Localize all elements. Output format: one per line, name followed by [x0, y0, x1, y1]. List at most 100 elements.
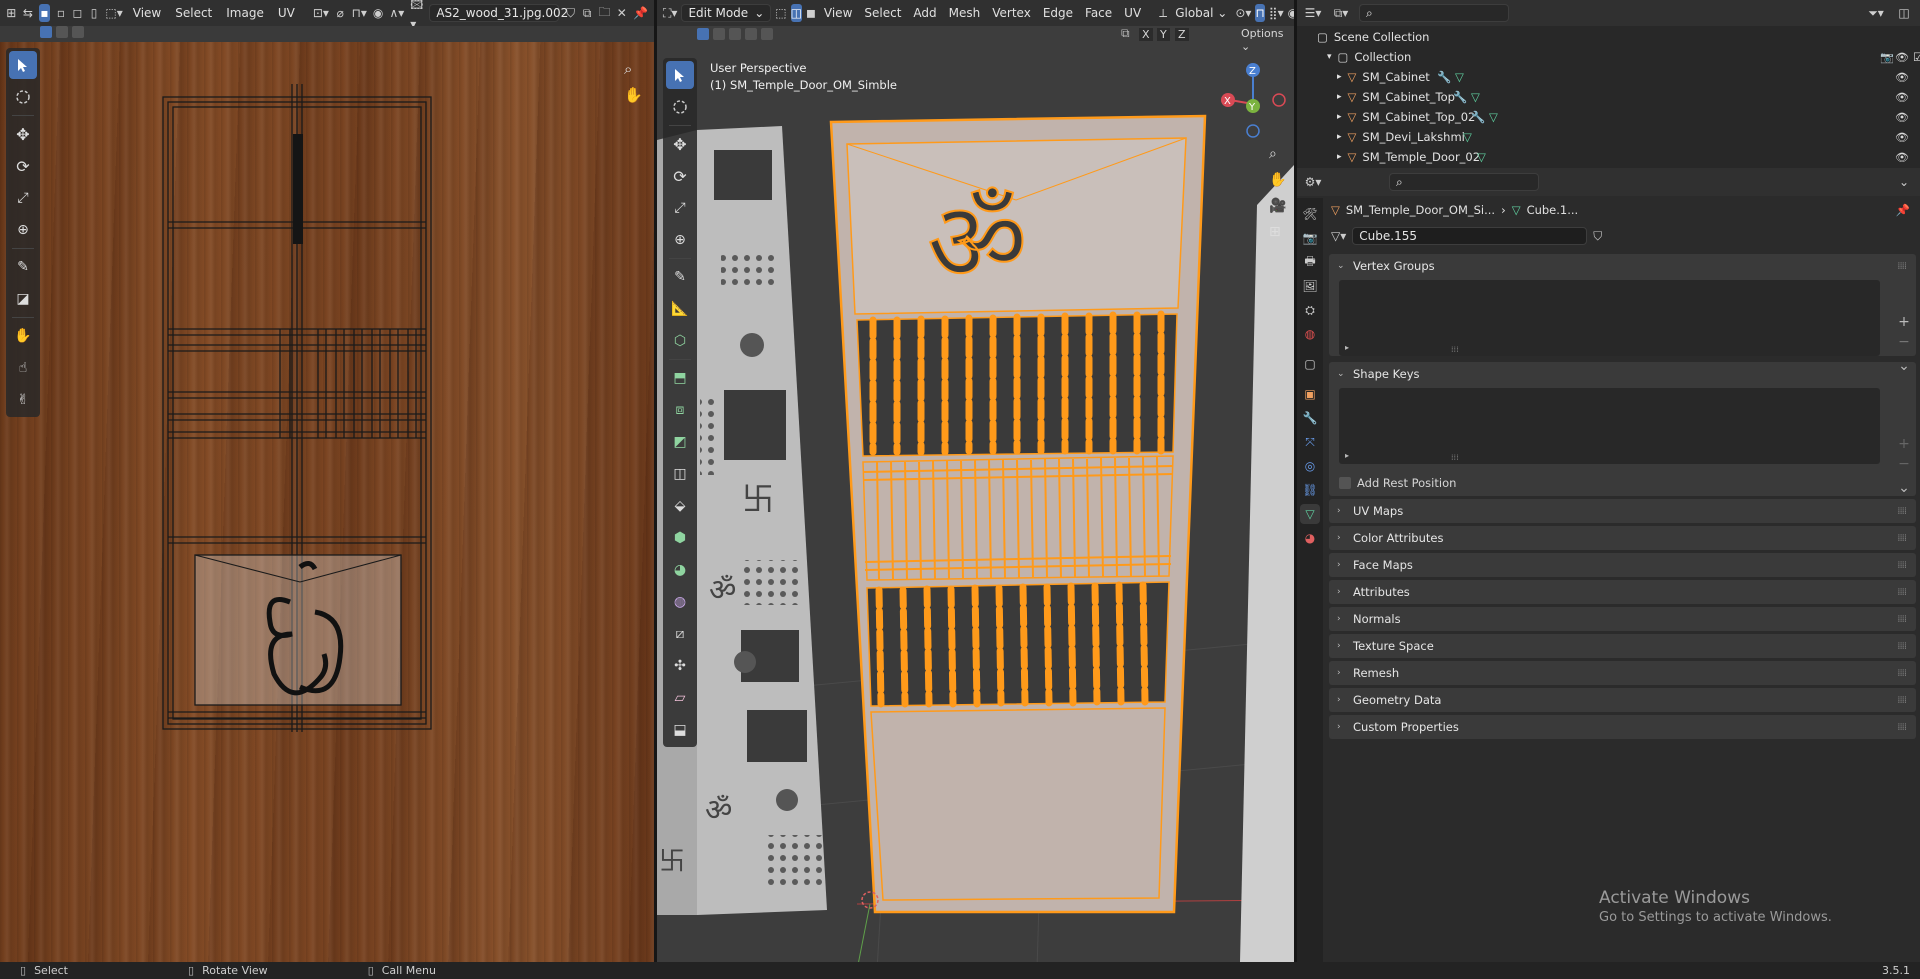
tool-rip[interactable]: ◪: [9, 285, 37, 313]
chevron-down-icon[interactable]: ⌄: [1896, 480, 1912, 496]
editor-type-icon[interactable]: ⊞: [6, 4, 17, 22]
visibility-eye-icon[interactable]: 👁: [1895, 91, 1909, 104]
properties-type-icon[interactable]: ⚙▾: [1303, 173, 1323, 191]
outliner-item-sm-devi-lakshmi[interactable]: ▸ ▽ SM_Devi_Lakshmi ▽ 👁: [1297, 127, 1920, 147]
tool-tab-icon[interactable]: 🛠: [1300, 204, 1320, 224]
temple-door-mesh[interactable]: ॐ: [829, 114, 1207, 914]
particles-tab-icon[interactable]: ⤧: [1300, 432, 1320, 452]
properties-search[interactable]: ⌕: [1389, 173, 1539, 191]
add-rest-position-row[interactable]: Add Rest Position: [1329, 470, 1916, 496]
checkbox-icon[interactable]: ☑: [1913, 50, 1920, 64]
tool-pinch[interactable]: ✌: [9, 386, 37, 414]
tool-edge-slide[interactable]: ⧄: [666, 620, 694, 648]
tool-cursor[interactable]: [666, 93, 694, 121]
tool-scale[interactable]: ⤢: [666, 194, 694, 222]
tool-extrude[interactable]: ⬒: [666, 364, 694, 392]
pin-icon[interactable]: 📌: [633, 4, 648, 22]
face-maps-panel[interactable]: › Face Maps ⁞⁞⁞⁞: [1329, 553, 1916, 577]
color-attributes-panel[interactable]: › Color Attributes ⁞⁞⁞⁞: [1329, 526, 1916, 550]
tool-knife[interactable]: ⬙: [666, 492, 694, 520]
resize-grip-icon[interactable]: ⁞⁞⁞: [1451, 345, 1459, 354]
tool-measure[interactable]: 📐: [666, 295, 694, 323]
shape-keys-list[interactable]: ▸ ⁞⁞⁞: [1339, 388, 1880, 464]
visibility-eye-icon[interactable]: 👁: [1895, 71, 1909, 84]
tool-bevel[interactable]: ◩: [666, 428, 694, 456]
mesh-data-tab-icon[interactable]: ▽: [1300, 504, 1320, 524]
texture-space-panel[interactable]: › Texture Space ⁞⁞⁞⁞: [1329, 634, 1916, 658]
collection-tab-icon[interactable]: ▢: [1300, 354, 1320, 374]
tool-select-box[interactable]: [9, 51, 37, 79]
island-select-icon[interactable]: ▯: [89, 4, 100, 22]
object-tab-icon[interactable]: ▣: [1300, 384, 1320, 404]
tool-rip-region[interactable]: ⬓: [666, 716, 694, 744]
mesh-name-field[interactable]: Cube.155: [1352, 227, 1588, 245]
falloff-icon[interactable]: ∧▾: [389, 4, 404, 22]
tool-inset[interactable]: ⧈: [666, 396, 694, 424]
remove-icon[interactable]: −: [1896, 334, 1912, 350]
tool-shear[interactable]: ▱: [666, 684, 694, 712]
attributes-panel[interactable]: › Attributes ⁞⁞⁞⁞: [1329, 580, 1916, 604]
rest-position-checkbox[interactable]: [1339, 477, 1351, 489]
vertex-groups-header[interactable]: ⌄ Vertex Groups ⁞⁞⁞⁞: [1329, 254, 1916, 278]
remove-icon[interactable]: −: [1896, 456, 1912, 472]
navigation-gizmo[interactable]: Z X Y: [1217, 58, 1289, 140]
tool-select-box[interactable]: [666, 61, 694, 89]
select-extend-icon[interactable]: [56, 26, 68, 38]
camera-icon[interactable]: 🎥: [1269, 198, 1286, 214]
outliner-item-sm-cabinet-top-02[interactable]: ▸ ▽ SM_Cabinet_Top_02 🔧 ▽ 👁: [1297, 107, 1920, 127]
duplicate-image-icon[interactable]: ⧉: [582, 4, 593, 22]
visibility-eye-icon[interactable]: 👁: [1895, 151, 1909, 164]
menu-image[interactable]: Image: [222, 4, 268, 22]
scene-tab-icon[interactable]: ⛭: [1300, 300, 1320, 320]
drag-grip-icon[interactable]: ⁞⁞⁞⁞: [1897, 533, 1907, 544]
add-icon[interactable]: +: [1896, 436, 1912, 452]
add-icon[interactable]: +: [1896, 314, 1912, 330]
tool-rotate[interactable]: ⟳: [666, 162, 694, 190]
pan-hand-icon[interactable]: ✋: [624, 86, 643, 104]
edge-select-icon[interactable]: ▫: [56, 4, 67, 22]
tool-grab[interactable]: ✋: [9, 322, 37, 350]
tool-loop-cut[interactable]: ◫: [666, 460, 694, 488]
render-tab-icon[interactable]: 📷: [1300, 228, 1320, 248]
menu-view[interactable]: View: [129, 4, 165, 22]
pivot-icon[interactable]: ⊡▾: [313, 4, 329, 22]
menu-uv[interactable]: UV: [274, 4, 299, 22]
zoom-icon[interactable]: ⌕: [624, 60, 643, 78]
world-tab-icon[interactable]: ◍: [1300, 324, 1320, 344]
unlink-image-icon[interactable]: ✕: [616, 4, 627, 22]
viewport-scene[interactable]: 卐 ॐ ॐ 卐 ॐ: [657, 0, 1294, 970]
tool-move[interactable]: ✥: [666, 130, 694, 158]
collection-row[interactable]: ▾ ▢ Collection ☑ 👁 📷: [1317, 47, 1920, 67]
drag-grip-icon[interactable]: ⁞⁞⁞⁞: [1897, 261, 1907, 272]
normals-panel[interactable]: › Normals ⁞⁞⁞⁞: [1329, 607, 1916, 631]
tool-scale[interactable]: ⤢: [9, 184, 37, 212]
tool-move[interactable]: ✥: [9, 120, 37, 148]
select-subtract-icon[interactable]: [72, 26, 84, 38]
visibility-eye-icon[interactable]: 👁: [1895, 131, 1909, 144]
drag-grip-icon[interactable]: ⁞⁞⁞⁞: [1897, 668, 1907, 679]
snap-target-icon[interactable]: ⊓▾: [352, 4, 367, 22]
display-mode-icon[interactable]: ⧉▾: [1331, 4, 1351, 22]
uv-maps-panel[interactable]: › UV Maps ⁞⁞⁞⁞: [1329, 499, 1916, 523]
view-layer-tab-icon[interactable]: 🖼: [1300, 276, 1320, 296]
outliner-type-icon[interactable]: ☰▾: [1303, 4, 1323, 22]
open-image-icon[interactable]: 🗀: [598, 4, 610, 22]
custom-properties-panel[interactable]: › Custom Properties ⁞⁞⁞⁞: [1329, 715, 1916, 739]
menu-select[interactable]: Select: [171, 4, 216, 22]
select-new-icon[interactable]: [40, 26, 52, 38]
drag-grip-icon[interactable]: ⁞⁞⁞⁞: [1897, 695, 1907, 706]
physics-tab-icon[interactable]: ◎: [1300, 456, 1320, 476]
pin-icon[interactable]: 📌: [1896, 203, 1910, 217]
zoom-icon[interactable]: ⌕: [1269, 146, 1286, 162]
tool-poly-build[interactable]: ⬢: [666, 524, 694, 552]
drag-grip-icon[interactable]: ⁞⁞⁞⁞: [1897, 614, 1907, 625]
grid-icon[interactable]: ⊞: [1269, 224, 1286, 240]
modifier-tab-icon[interactable]: 🔧: [1300, 408, 1320, 428]
drag-grip-icon[interactable]: ⁞⁞⁞⁞: [1897, 641, 1907, 652]
expand-arrow-icon[interactable]: ▸: [1345, 343, 1349, 352]
outliner-search[interactable]: ⌕: [1359, 4, 1509, 22]
tool-transform[interactable]: ⊕: [666, 226, 694, 254]
constraints-tab-icon[interactable]: ⛓: [1300, 480, 1320, 500]
tool-smooth[interactable]: ◍: [666, 588, 694, 616]
sync-selection-icon[interactable]: ⇆: [23, 4, 34, 22]
